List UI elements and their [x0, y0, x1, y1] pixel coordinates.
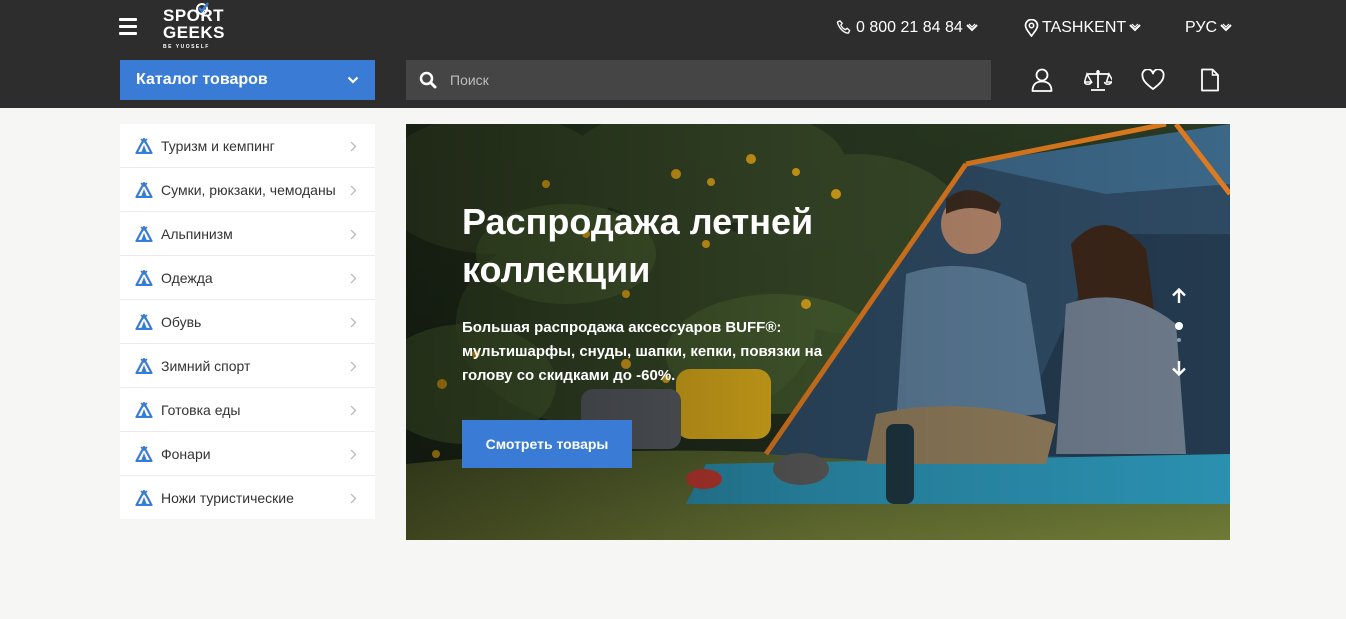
sidebar-item-label: Ножи туристические	[161, 490, 294, 506]
sidebar-item[interactable]: Зимний спорт	[120, 344, 375, 388]
catalog-button[interactable]: Каталог товаров	[120, 60, 375, 100]
sidebar-item[interactable]: Фонари	[120, 432, 375, 476]
tent-icon	[135, 490, 153, 506]
chevron-down-icon	[1129, 23, 1141, 32]
sidebar-item-label: Сумки, рюкзаки, чемоданы	[161, 181, 336, 198]
sidebar-item[interactable]: Сумки, рюкзаки, чемоданы	[120, 168, 375, 212]
tent-icon	[135, 401, 153, 418]
site-header: SPORT GEEKS BE YUOSELF 0 800 21 84 84 TA…	[0, 0, 1346, 108]
chevron-right-icon	[350, 493, 357, 504]
search-input[interactable]	[450, 72, 970, 88]
tent-icon	[135, 225, 153, 242]
tent-icon	[135, 269, 153, 286]
category-sidebar: Туризм и кемпинг Сумки, рюкзаки, чемоданы…	[120, 124, 375, 519]
sidebar-item-label: Зимний спорт	[161, 357, 251, 374]
tent-icon	[135, 137, 153, 154]
view-products-button[interactable]: Смотреть товары	[462, 420, 632, 468]
sidebar-item[interactable]: Туризм и кемпинг	[120, 124, 375, 168]
phone-number: 0 800 21 84 84	[856, 19, 963, 36]
sidebar-item[interactable]: Ножи туристические	[120, 476, 375, 520]
logo-tagline: BE YUOSELF	[163, 44, 210, 50]
chevron-down-icon	[347, 76, 359, 84]
sidebar-item-label: Фонари	[161, 445, 211, 462]
language-selector[interactable]: РУС	[1185, 18, 1232, 38]
chevron-right-icon	[350, 449, 357, 460]
search-icon[interactable]	[419, 71, 437, 89]
slider-dot-active[interactable]	[1175, 322, 1183, 330]
sidebar-item-label: Обувь	[161, 313, 202, 330]
document-icon[interactable]	[1198, 67, 1222, 93]
burger-menu-icon[interactable]	[119, 18, 137, 36]
chevron-right-icon	[350, 405, 357, 416]
user-icon[interactable]	[1030, 67, 1054, 93]
sidebar-item-label: Туризм и кемпинг	[161, 137, 275, 154]
city-selector[interactable]: TASHKENT	[1024, 18, 1141, 38]
slider-nav	[1168, 288, 1190, 378]
sidebar-item-label: Одежда	[161, 269, 213, 286]
tent-icon	[135, 445, 153, 462]
location-pin-icon	[1024, 19, 1039, 37]
logo-line2: GEEKS	[163, 23, 226, 42]
chevron-right-icon	[350, 273, 357, 284]
compare-scales-icon[interactable]	[1084, 67, 1112, 93]
phone-icon	[836, 20, 851, 34]
sidebar-item-label: Готовка еды	[161, 401, 241, 418]
tent-icon	[135, 313, 153, 330]
sidebar-item[interactable]: Альпинизм	[120, 212, 375, 256]
slider-dot[interactable]	[1177, 338, 1181, 342]
sidebar-item-label: Альпинизм	[161, 225, 233, 242]
promo-banner: Распродажа летней коллекции Большая расп…	[406, 124, 1230, 540]
tent-icon	[135, 181, 153, 198]
catalog-label: Каталог товаров	[136, 71, 268, 88]
chevron-right-icon	[350, 141, 357, 152]
phone-selector[interactable]: 0 800 21 84 84	[835, 18, 978, 38]
chevron-down-icon	[966, 23, 978, 32]
language-label: РУС	[1185, 19, 1218, 36]
search-bar	[406, 60, 991, 100]
chevron-right-icon	[350, 185, 357, 196]
sidebar-item[interactable]: Одежда	[120, 256, 375, 300]
banner-title: Распродажа летней коллекции	[462, 201, 814, 290]
arrow-down-icon[interactable]	[1171, 360, 1187, 376]
tent-icon	[135, 357, 153, 374]
heart-icon[interactable]	[1141, 67, 1165, 93]
chevron-down-icon	[1220, 23, 1232, 32]
chevron-right-icon	[350, 361, 357, 372]
site-logo[interactable]: SPORT GEEKS BE YUOSELF	[163, 2, 243, 54]
logo-check-icon	[196, 2, 209, 15]
banner-text: Большая распродажа аксессуаров BUFF®: му…	[462, 319, 823, 384]
chevron-right-icon	[350, 229, 357, 240]
arrow-up-icon[interactable]	[1171, 288, 1187, 304]
chevron-right-icon	[350, 317, 357, 328]
city-label: TASHKENT	[1042, 19, 1127, 36]
sidebar-item[interactable]: Обувь	[120, 300, 375, 344]
sidebar-item[interactable]: Готовка еды	[120, 388, 375, 432]
